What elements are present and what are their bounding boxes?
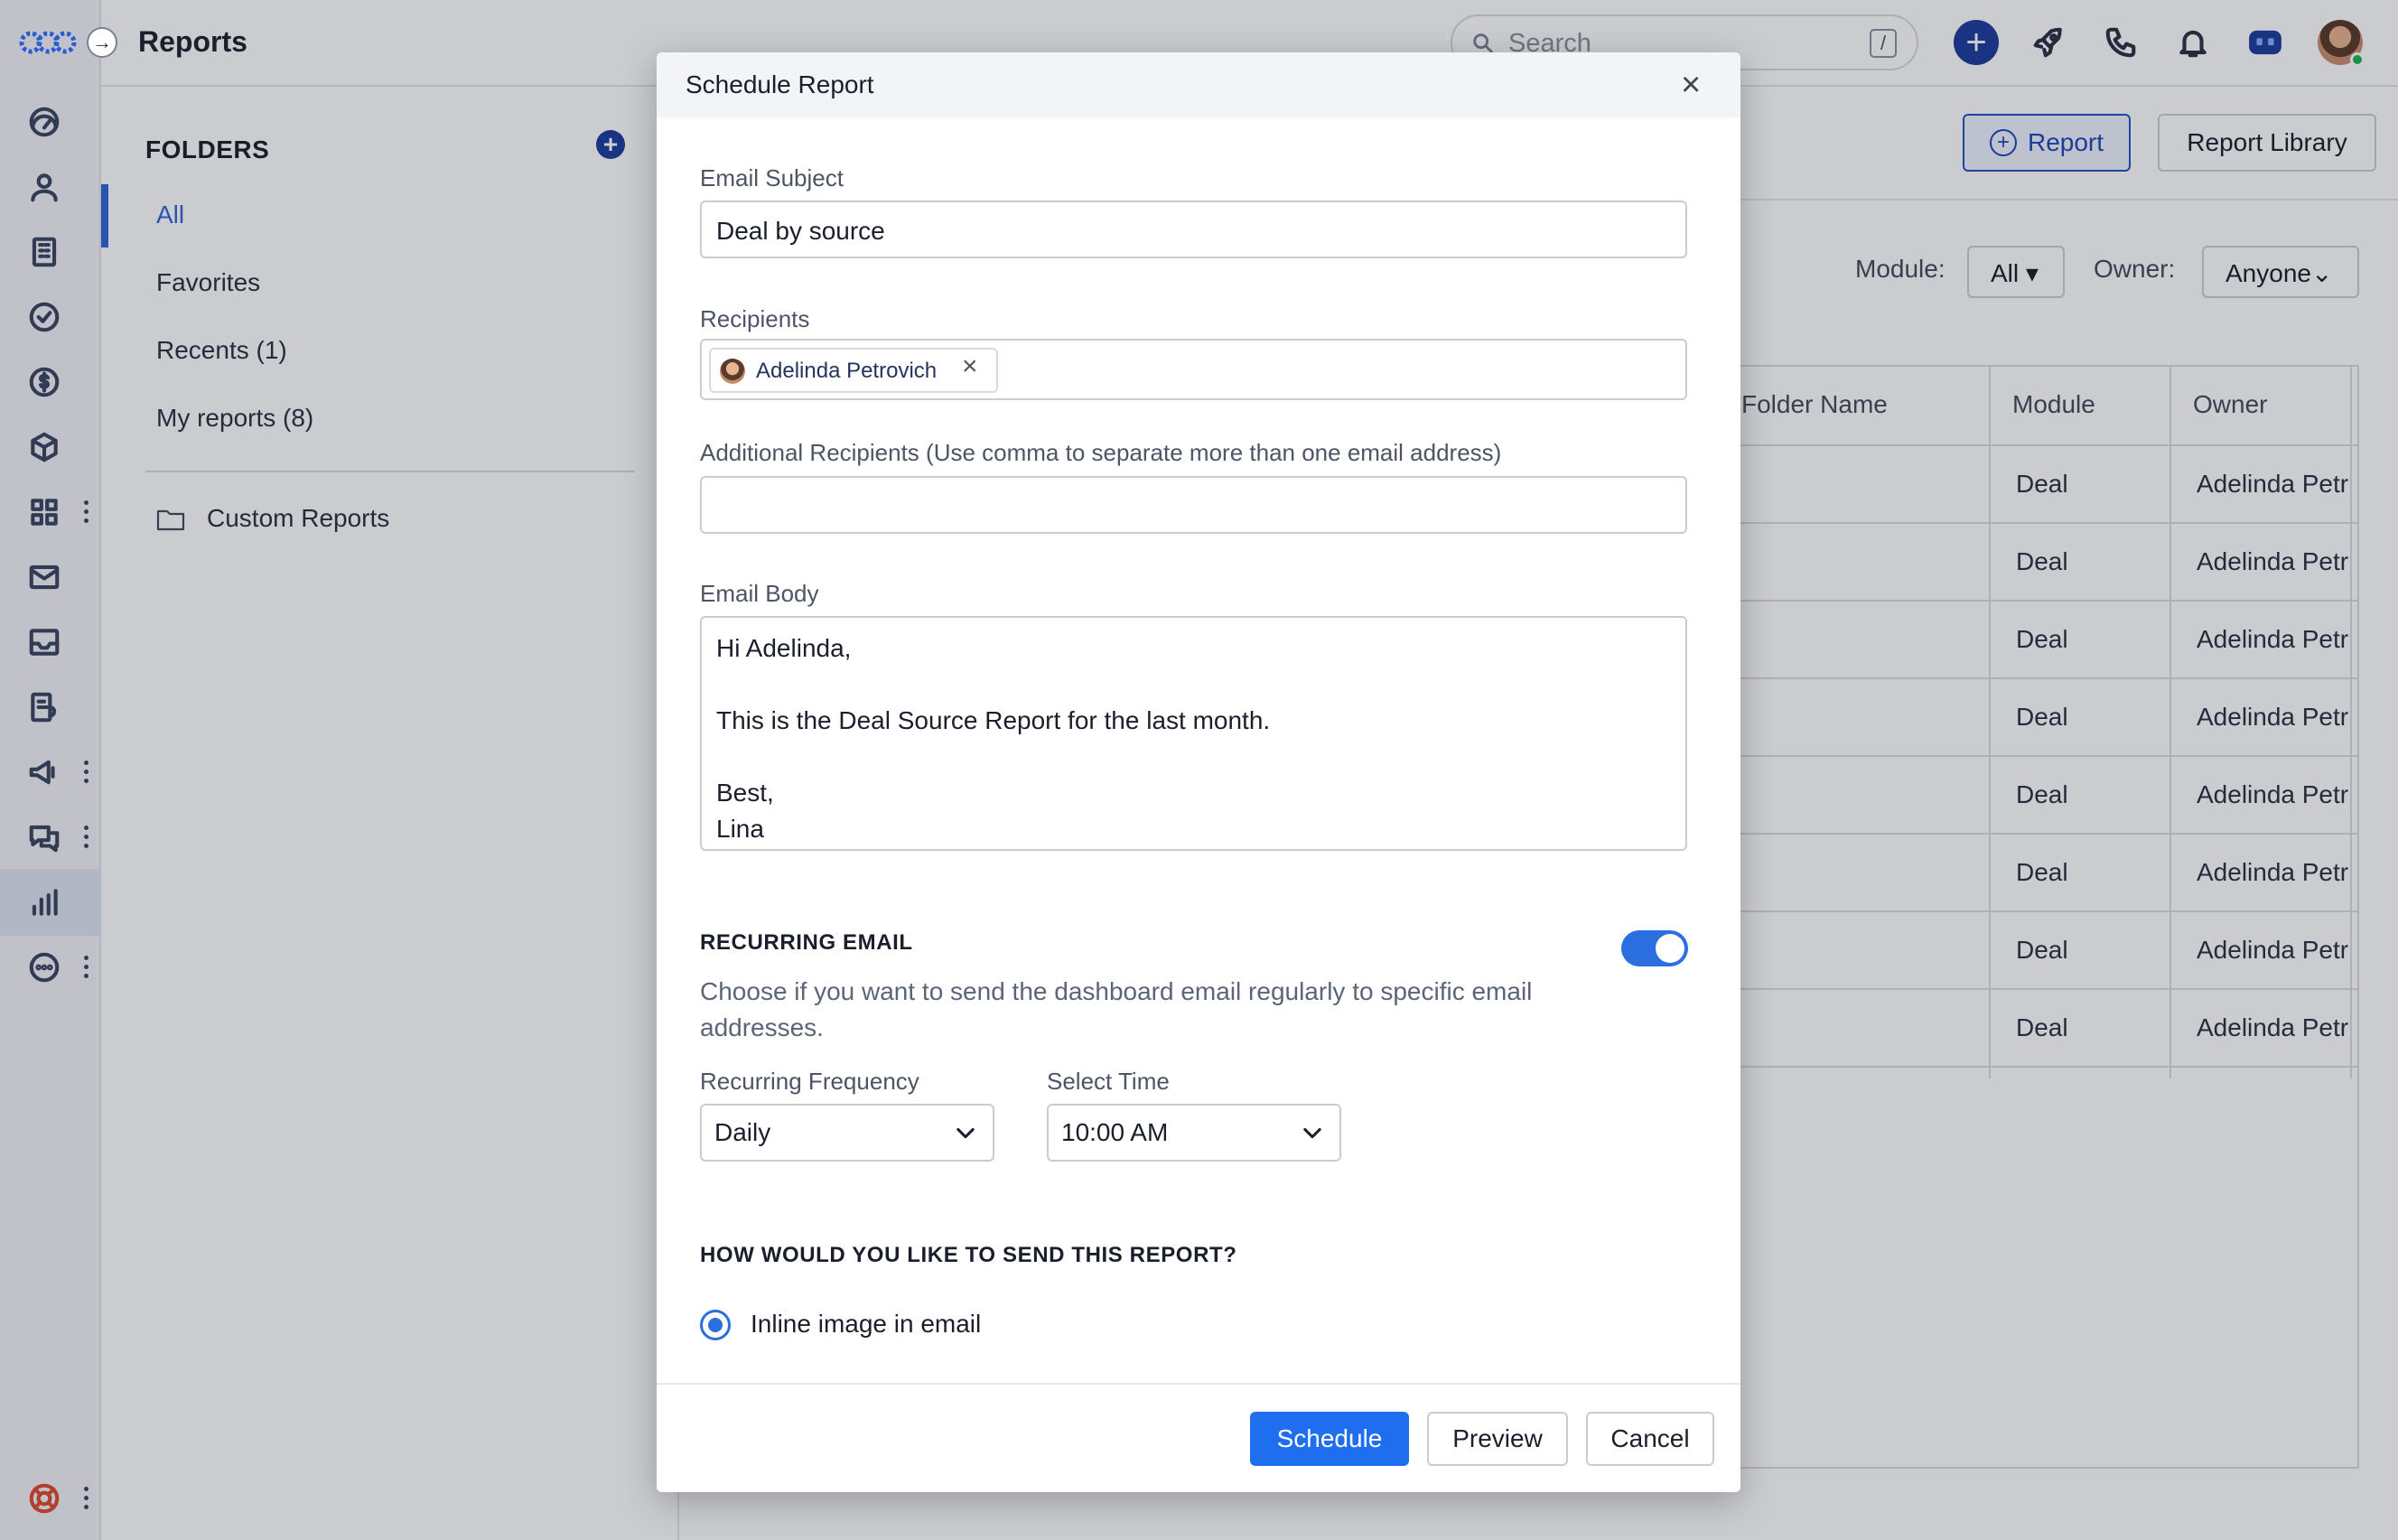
recipient-chip: Adelinda Petrovich ×: [709, 348, 998, 393]
dialog-title: Schedule Report: [686, 70, 874, 98]
radio-selected-dot: [708, 1318, 723, 1332]
email-subject-input[interactable]: Deal by source: [700, 201, 1687, 258]
remove-recipient-icon[interactable]: ×: [962, 351, 978, 382]
page-title: Reports: [138, 25, 247, 58]
recurring-email-toggle[interactable]: [1621, 930, 1688, 966]
chevron-down-icon: [1303, 1127, 1321, 1139]
recurring-email-description: Choose if you want to send the dashboard…: [700, 977, 1533, 1041]
email-body-label: Email Body: [700, 580, 819, 607]
select-time-value: 10:00 AM: [1061, 1118, 1169, 1146]
recurring-frequency-select[interactable]: Daily: [700, 1104, 994, 1162]
send-method-title: HOW WOULD YOU LIKE TO SEND THIS REPORT?: [700, 1243, 1237, 1267]
chevron-down-icon: [956, 1127, 975, 1139]
recipients-label: Recipients: [700, 305, 810, 332]
recurring-frequency-label: Recurring Frequency: [700, 1068, 919, 1095]
dialog-footer: Schedule Preview Cancel: [657, 1383, 1740, 1492]
toggle-knob: [1656, 934, 1684, 963]
collapse-arrow-icon[interactable]: →: [87, 27, 117, 58]
inline-image-radio-label[interactable]: Inline image in email: [751, 1310, 981, 1339]
recurring-frequency-value: Daily: [714, 1118, 771, 1146]
schedule-button[interactable]: Schedule: [1250, 1412, 1409, 1466]
email-subject-label: Email Subject: [700, 164, 844, 191]
select-time-label: Select Time: [1047, 1068, 1170, 1095]
close-icon[interactable]: ×: [1681, 67, 1701, 103]
select-time-select[interactable]: 10:00 AM: [1047, 1104, 1341, 1162]
additional-recipients-input[interactable]: [700, 476, 1687, 534]
recipients-input[interactable]: Adelinda Petrovich ×: [700, 339, 1687, 400]
preview-button[interactable]: Preview: [1427, 1412, 1568, 1466]
brand-logo[interactable]: [18, 22, 78, 63]
dialog-header: Schedule Report ×: [657, 52, 1740, 117]
schedule-report-dialog: Schedule Report × Email Subject Deal by …: [657, 52, 1740, 1492]
cancel-button[interactable]: Cancel: [1586, 1412, 1714, 1466]
email-body-textarea[interactable]: Hi Adelinda, This is the Deal Source Rep…: [700, 616, 1687, 851]
additional-recipients-label: Additional Recipients (Use comma to sepa…: [700, 439, 1502, 466]
inline-image-radio[interactable]: [700, 1310, 731, 1340]
recipient-avatar: [720, 359, 745, 384]
recurring-email-title: RECURRING EMAIL: [700, 930, 913, 955]
recipient-name: Adelinda Petrovich: [756, 359, 938, 383]
